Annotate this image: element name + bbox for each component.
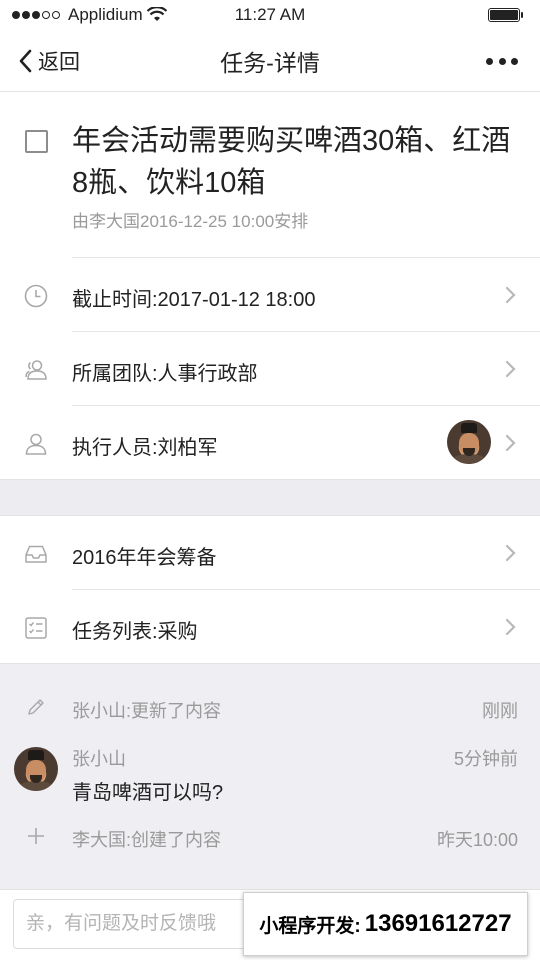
- team-icon: [25, 360, 47, 380]
- task-complete-checkbox[interactable]: [25, 130, 48, 153]
- promo-phone: 13691612727: [364, 910, 512, 937]
- assignee-label: 执行人员:刘柏军: [72, 437, 218, 459]
- project-label: 2016年年会筹备: [72, 547, 217, 569]
- page-title: 任务-详情: [220, 49, 320, 76]
- team-label: 所属团队:人事行政部: [72, 363, 258, 385]
- activity-feed: 张小山:更新了内容 刚刚 张小山 5分钟前 青岛啤酒可以吗? 李大国:创建了内容…: [0, 663, 540, 889]
- more-dot-icon: [498, 57, 506, 65]
- inbox-icon: [25, 545, 47, 563]
- task-subtitle: 由李大国2016-12-25 10:00安排: [72, 212, 309, 231]
- carrier-name: Applidium: [68, 5, 143, 24]
- wifi-icon: [146, 7, 167, 21]
- chevron-right-icon: [505, 360, 516, 378]
- nav-bar: 返回 任务-详情: [0, 30, 540, 92]
- activity-text: 张小山:更新了内容: [72, 701, 222, 721]
- team-row[interactable]: 所属团队:人事行政部: [0, 332, 540, 406]
- comment-time: 5分钟前: [453, 749, 518, 769]
- chevron-right-icon: [505, 286, 516, 304]
- project-row[interactable]: 2016年年会筹备: [0, 516, 540, 590]
- status-left: Applidium: [12, 5, 167, 25]
- section-separator: [0, 479, 540, 516]
- plus-icon: [28, 828, 44, 844]
- signal-strength-icon: [12, 11, 60, 19]
- back-button[interactable]: 返回: [18, 44, 80, 78]
- comment-author: 张小山: [72, 749, 126, 769]
- chevron-left-icon: [19, 49, 32, 73]
- checklist-icon: [25, 617, 47, 639]
- battery-icon: [488, 8, 523, 22]
- pencil-icon: [28, 699, 44, 715]
- comment-input[interactable]: [13, 899, 263, 949]
- back-label: 返回: [38, 51, 80, 74]
- deadline-row[interactable]: 截止时间:2017-01-12 18:00: [0, 258, 540, 332]
- more-dot-icon: [511, 57, 518, 65]
- commenter-avatar: [14, 747, 58, 791]
- clock-icon: [24, 284, 48, 308]
- person-icon: [25, 433, 47, 455]
- more-dot-icon: [486, 57, 493, 65]
- chevron-right-icon: [505, 544, 516, 562]
- activity-text: 李大国:创建了内容: [72, 830, 222, 850]
- chevron-right-icon: [505, 434, 516, 452]
- activity-time: 昨天10:00: [436, 830, 518, 850]
- status-bar: Applidium 11:27 AM: [0, 0, 540, 30]
- task-title: 年会活动需要购买啤酒30箱、红酒8瓶、饮料10箱: [72, 125, 511, 199]
- promo-banner: 小程序开发: 13691612727: [243, 892, 528, 956]
- promo-label: 小程序开发:: [259, 915, 361, 937]
- comment-message: 青岛啤酒可以吗?: [72, 782, 224, 804]
- chevron-right-icon: [505, 618, 516, 636]
- task-list-row[interactable]: 任务列表:采购: [0, 590, 540, 664]
- task-list-label: 任务列表:采购: [72, 621, 198, 643]
- more-button[interactable]: [486, 48, 518, 74]
- deadline-label: 截止时间:2017-01-12 18:00: [72, 289, 316, 311]
- activity-time: 刚刚: [482, 701, 518, 721]
- assignee-row[interactable]: 执行人员:刘柏军: [0, 406, 540, 480]
- assignee-avatar: [447, 420, 491, 464]
